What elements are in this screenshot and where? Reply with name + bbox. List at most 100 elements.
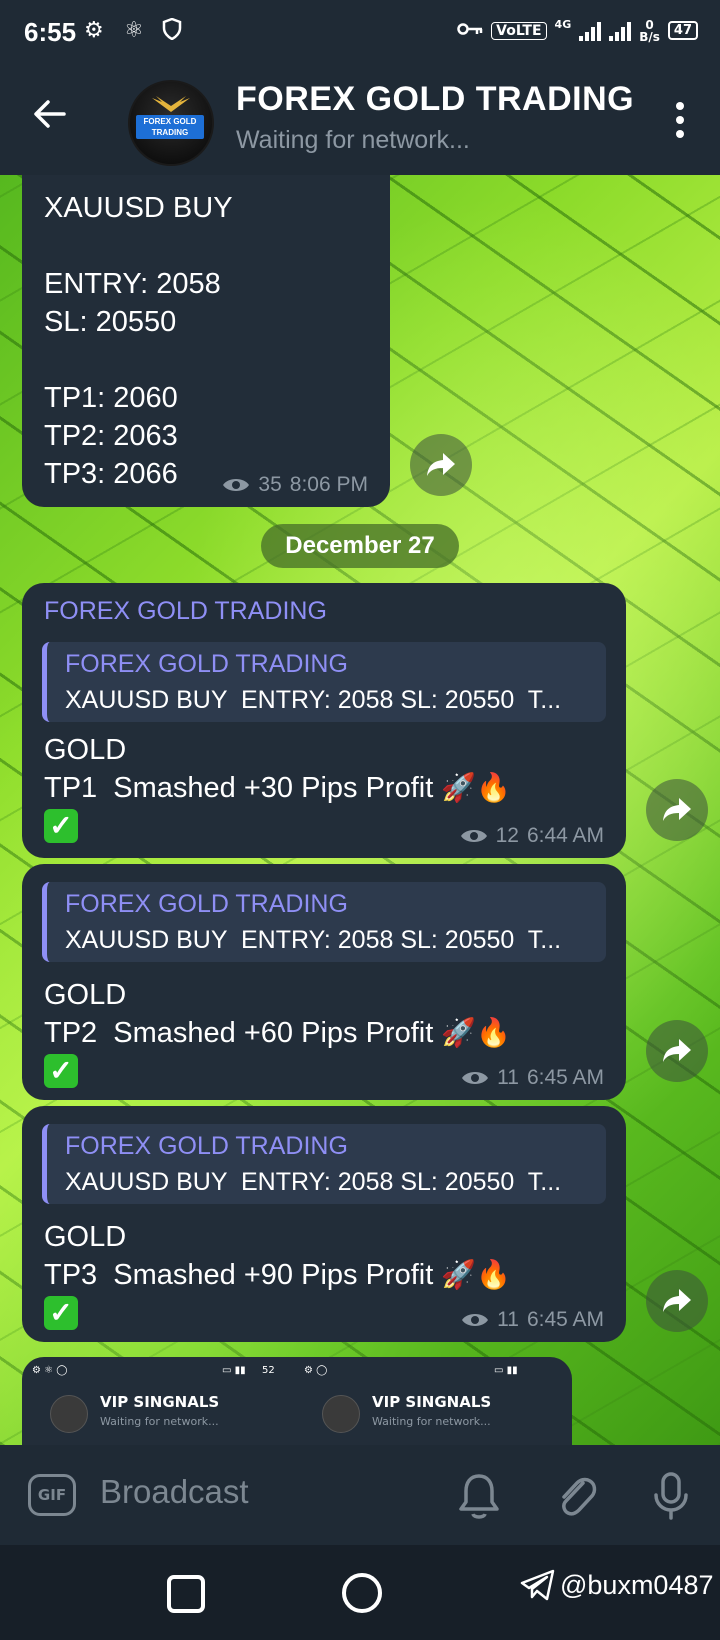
views-icon	[460, 830, 487, 842]
net-speed-unit: B/s	[639, 29, 660, 44]
more-menu-icon[interactable]	[674, 102, 686, 142]
reply-text: XAUUSD BUY ENTRY: 2058 SL: 20550 T...	[65, 1168, 562, 1196]
message-text: GOLD TP1 Smashed +30 Pips Profit 🚀🔥 ✓	[44, 731, 511, 845]
check-mark-icon: ✓	[44, 809, 78, 843]
forward-button[interactable]	[646, 1270, 708, 1332]
message-meta: 11 6:45 AM	[461, 1308, 604, 1332]
message-line1: GOLD	[44, 734, 127, 766]
reply-author: FOREX GOLD TRADING	[65, 1132, 348, 1160]
fire-icon: 🔥	[476, 1017, 512, 1048]
views-icon	[223, 479, 250, 491]
bell-icon[interactable]	[456, 1471, 502, 1521]
composer-bar: GIF Broadcast	[0, 1445, 720, 1545]
reply-text: XAUUSD BUY ENTRY: 2058 SL: 20550 T...	[65, 686, 562, 714]
message-time: 8:06 PM	[289, 473, 368, 496]
gear-icon: ⚙	[84, 18, 104, 43]
fire-icon: 🔥	[476, 1259, 512, 1290]
check-mark-icon: ✓	[44, 1296, 78, 1330]
message-line1: GOLD	[44, 979, 127, 1011]
preview-screenshot-left: ⚙ ⚛ ◯ ▭ ▮▮ 52 VIP SINGNALS Waiting for n…	[22, 1357, 292, 1447]
telegram-facebook-icon	[520, 1569, 555, 1601]
channel-avatar[interactable]: FOREX GOLD TRADING	[128, 80, 214, 166]
attach-icon[interactable]	[553, 1471, 599, 1521]
channel-status: Waiting for network...	[236, 126, 470, 154]
reply-quote[interactable]: FOREX GOLD TRADING XAUUSD BUY ENTRY: 205…	[42, 642, 606, 722]
preview-title: VIP SINGNALS	[372, 1393, 492, 1411]
channel-title[interactable]: FOREX GOLD TRADING	[236, 80, 634, 119]
network-type: 4G	[554, 18, 572, 31]
reply-author: FOREX GOLD TRADING	[65, 650, 348, 678]
preview-avatar	[50, 1395, 88, 1433]
view-count: 11	[497, 1308, 519, 1331]
watermark-text: @buxm0487	[560, 1569, 714, 1600]
system-nav-bar: @buxm0487	[0, 1545, 720, 1640]
message-text: GOLD TP3 Smashed +90 Pips Profit 🚀🔥 ✓	[44, 1218, 511, 1332]
message-bubble[interactable]: FOREX GOLD TRADING XAUUSD BUY ENTRY: 205…	[22, 864, 626, 1100]
watermark: @buxm0487	[520, 1569, 714, 1601]
forward-button[interactable]	[410, 434, 472, 496]
preview-subtitle: Waiting for network...	[100, 1415, 219, 1428]
share-arrow-icon	[663, 1039, 691, 1062]
check-mark-icon: ✓	[44, 1054, 78, 1088]
battery-icon: 47	[667, 21, 698, 40]
sender-name: FOREX GOLD TRADING	[44, 597, 327, 625]
microphone-icon[interactable]	[648, 1471, 694, 1521]
share-arrow-icon	[663, 798, 691, 821]
date-separator: December 27	[261, 524, 459, 568]
broadcast-input[interactable]: Broadcast	[100, 1473, 249, 1511]
atom-icon: ⚛	[124, 18, 144, 43]
reply-author: FOREX GOLD TRADING	[65, 890, 348, 918]
share-arrow-icon	[663, 1289, 691, 1312]
rocket-icon: 🚀	[441, 772, 477, 803]
status-indicators: VoLTE 4G 0 B/s 47	[457, 18, 698, 43]
gif-button[interactable]: GIF	[28, 1474, 76, 1516]
reply-quote[interactable]: FOREX GOLD TRADING XAUUSD BUY ENTRY: 205…	[42, 1124, 606, 1204]
message-meta: 11 6:45 AM	[461, 1066, 604, 1090]
forward-button[interactable]	[646, 779, 708, 841]
reply-quote[interactable]: FOREX GOLD TRADING XAUUSD BUY ENTRY: 205…	[42, 882, 606, 962]
preview-number: 52	[262, 1365, 275, 1376]
preview-avatar	[322, 1395, 360, 1433]
reply-text: XAUUSD BUY ENTRY: 2058 SL: 20550 T...	[65, 926, 562, 954]
message-text: GOLD TP2 Smashed +60 Pips Profit 🚀🔥 ✓	[44, 976, 511, 1090]
image-message-preview[interactable]: ⚙ ⚛ ◯ ▭ ▮▮ 52 VIP SINGNALS Waiting for n…	[22, 1357, 572, 1447]
share-arrow-icon	[427, 453, 455, 476]
preview-subtitle: Waiting for network...	[372, 1415, 491, 1428]
preview-status-bar: ⚙ ◯ ▭ ▮▮	[304, 1365, 518, 1376]
views-icon	[462, 1314, 489, 1326]
view-count: 11	[497, 1066, 519, 1089]
key-icon	[457, 21, 483, 40]
chat-header: FOREX GOLD TRADING FOREX GOLD TRADING Wa…	[0, 62, 720, 175]
message-bubble[interactable]: XAUUSD BUY ENTRY: 2058 SL: 20550 TP1: 20…	[22, 175, 390, 507]
status-time: 6:55	[24, 17, 77, 47]
message-line2: TP2 Smashed +60 Pips Profit	[44, 1017, 442, 1049]
back-arrow-icon[interactable]	[30, 94, 80, 144]
view-count: 12	[495, 824, 519, 847]
volte-badge: VoLTE	[491, 21, 547, 40]
home-button[interactable]	[342, 1573, 382, 1613]
message-time: 6:44 AM	[526, 824, 604, 847]
message-meta: 35 8:06 PM	[222, 473, 368, 497]
fire-icon: 🔥	[476, 772, 512, 803]
preview-screenshot-right: ⚙ ◯ ▭ ▮▮ VIP SINGNALS Waiting for networ…	[294, 1357, 564, 1447]
rocket-icon: 🚀	[441, 1017, 477, 1048]
message-bubble[interactable]: FOREX GOLD TRADING FOREX GOLD TRADING XA…	[22, 583, 626, 858]
recent-apps-button[interactable]	[167, 1575, 205, 1613]
message-meta: 12 6:44 AM	[460, 824, 604, 848]
preview-title: VIP SINGNALS	[100, 1393, 220, 1411]
message-bubble[interactable]: FOREX GOLD TRADING XAUUSD BUY ENTRY: 205…	[22, 1106, 626, 1342]
status-bar: 6:55 ⚙ ⚛ VoLTE 4G 0 B/s 47	[0, 0, 720, 62]
message-text: XAUUSD BUY ENTRY: 2058 SL: 20550 TP1: 20…	[44, 192, 233, 490]
message-time: 6:45 AM	[526, 1308, 604, 1331]
message-line2: TP3 Smashed +90 Pips Profit	[44, 1259, 442, 1291]
forward-button[interactable]	[646, 1020, 708, 1082]
message-line1: GOLD	[44, 1221, 127, 1253]
signal-icon	[579, 21, 602, 41]
net-speed: 0 B/s	[639, 19, 660, 43]
views-icon	[462, 1072, 489, 1084]
message-time: 6:45 AM	[526, 1066, 604, 1089]
view-count: 35	[258, 473, 282, 496]
avatar-logo-text: FOREX GOLD TRADING	[136, 115, 204, 139]
wings-logo-icon	[152, 96, 190, 112]
rocket-icon: 🚀	[441, 1259, 477, 1290]
